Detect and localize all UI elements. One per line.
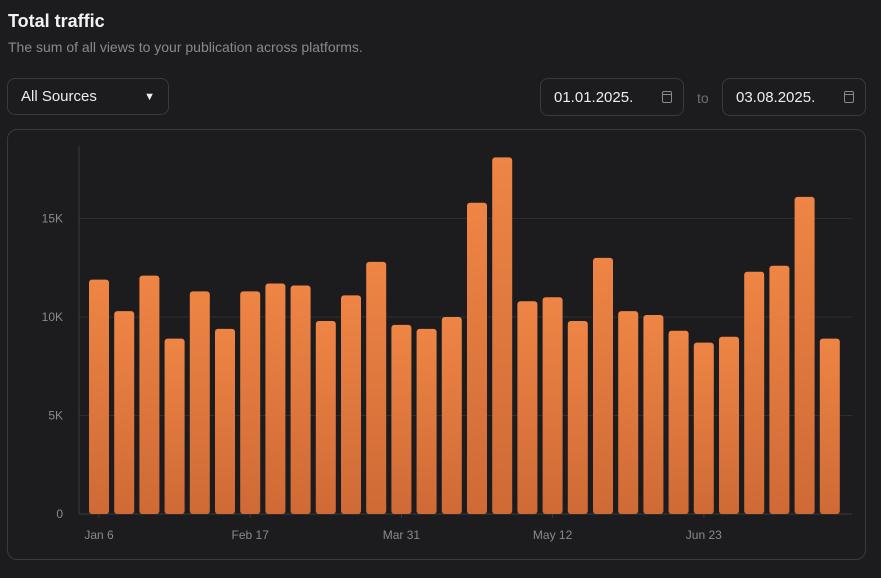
bar [265, 283, 286, 514]
bar [668, 330, 689, 514]
bar [593, 257, 613, 514]
bar [744, 271, 765, 514]
bar [391, 324, 412, 514]
y-tick-label: 0 [56, 507, 63, 521]
x-tick-label: Mar 31 [383, 528, 421, 542]
bar [693, 342, 714, 514]
x-tick-label: Jan 6 [84, 528, 114, 542]
bar [542, 297, 563, 514]
bar [794, 196, 815, 514]
bar [89, 279, 109, 514]
bar [341, 295, 361, 514]
bar [719, 336, 739, 514]
bar [114, 311, 135, 514]
bar [769, 265, 790, 514]
bar [139, 275, 160, 514]
bar [240, 291, 261, 514]
x-tick-label: May 12 [533, 528, 573, 542]
bar [618, 311, 639, 514]
bar [366, 261, 387, 514]
bar [819, 338, 840, 514]
bar [492, 157, 513, 514]
bar [164, 338, 185, 514]
x-tick-label: Feb 17 [232, 528, 270, 542]
bar [215, 328, 235, 514]
y-tick-label: 15K [42, 212, 63, 226]
bar [416, 328, 437, 514]
y-tick-label: 5K [48, 409, 63, 423]
bar [189, 291, 210, 514]
bar [467, 202, 487, 515]
bar [517, 301, 538, 514]
y-tick-label: 10K [42, 310, 63, 324]
bar [290, 285, 311, 514]
bar [643, 315, 664, 514]
bar [567, 320, 588, 514]
x-tick-label: Jun 23 [686, 528, 722, 542]
bar [441, 317, 462, 514]
traffic-bar-chart: 0 5K 10K 15K Jan 6 Feb 17 Mar 31 May 12 Jun 23 [42, 146, 852, 542]
bar [315, 320, 336, 514]
